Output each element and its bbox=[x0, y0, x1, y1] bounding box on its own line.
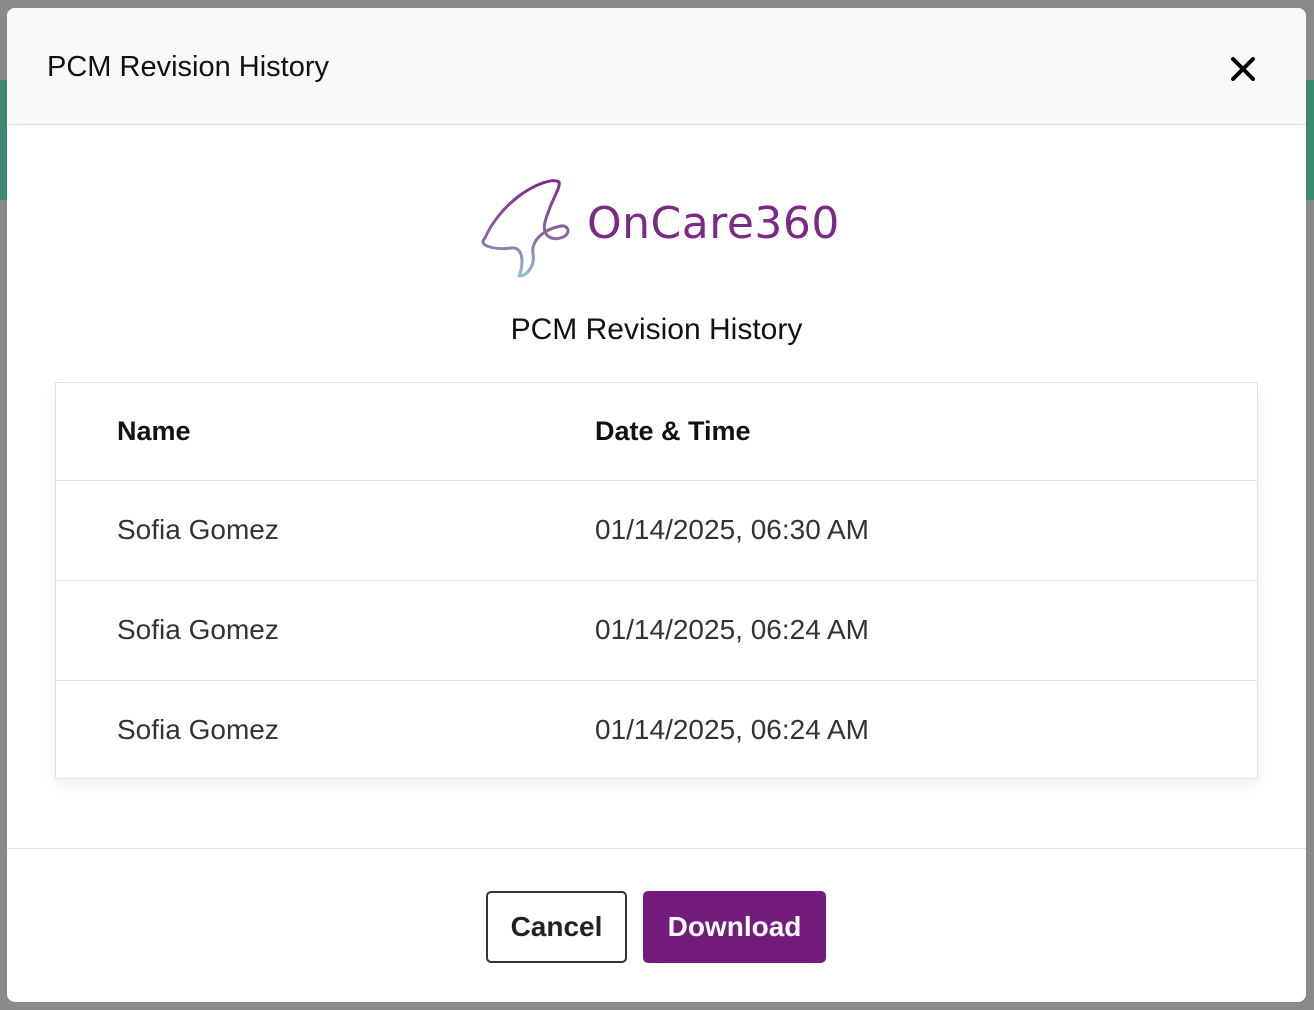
revision-table-card: Name Date & Time Sofia Gomez 01/14/2025,… bbox=[55, 382, 1258, 779]
table-row[interactable]: Sofia Gomez 01/14/2025, 06:30 AM bbox=[56, 480, 1257, 581]
section-title: PCM Revision History bbox=[510, 313, 803, 346]
row-name: Sofia Gomez bbox=[56, 580, 595, 681]
revision-history-modal: PCM Revision History OnCare360 PCM Revis… bbox=[7, 8, 1306, 1002]
logo-wordmark: OnCare360 bbox=[587, 198, 840, 249]
row-name: Sofia Gomez bbox=[117, 714, 279, 746]
table-header-row: Name Date & Time bbox=[56, 383, 1257, 481]
modal-title: PCM Revision History bbox=[47, 51, 329, 83]
background-header-bar bbox=[1306, 80, 1314, 200]
row-name: Sofia Gomez bbox=[56, 480, 595, 581]
modal-header: PCM Revision History bbox=[7, 8, 1306, 125]
modal-footer: Cancel Download bbox=[7, 848, 1306, 1002]
download-button[interactable]: Download bbox=[643, 891, 826, 963]
oncare-logo: OnCare360 bbox=[475, 176, 841, 280]
close-icon bbox=[1231, 57, 1255, 81]
row-datetime: 01/14/2025, 06:24 AM bbox=[595, 580, 1257, 681]
column-header-datetime: Date & Time bbox=[595, 383, 1257, 481]
oncare-ribbon-logo-icon bbox=[481, 179, 570, 278]
table-row[interactable]: Sofia Gomez 01/14/2025, 06:24 AM bbox=[56, 580, 1257, 681]
table-row[interactable]: Sofia Gomez 01/14/2025, 06:24 AM bbox=[56, 680, 1257, 780]
close-button[interactable] bbox=[1226, 52, 1260, 86]
cancel-button[interactable]: Cancel bbox=[486, 891, 627, 963]
column-header-name: Name bbox=[56, 383, 595, 481]
row-datetime: 01/14/2025, 06:30 AM bbox=[595, 480, 1257, 581]
row-datetime: 01/14/2025, 06:24 AM bbox=[595, 714, 869, 746]
revision-table: Name Date & Time Sofia Gomez 01/14/2025,… bbox=[56, 383, 1257, 780]
